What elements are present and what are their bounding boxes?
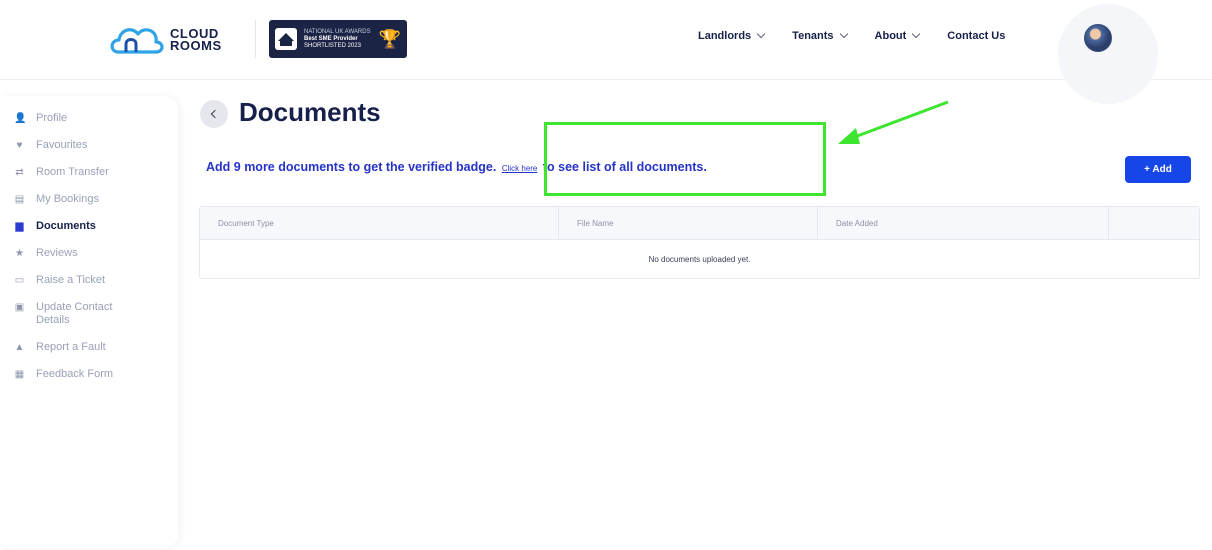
page-title: Documents — [239, 97, 381, 127]
nav-contact-us[interactable]: Contact Us — [947, 30, 1005, 42]
award-house-icon — [275, 28, 297, 50]
documents-list-link[interactable]: Click here — [502, 164, 538, 173]
nav-landlords[interactable]: Landlords — [698, 29, 766, 42]
sidebar-item-my-bookings[interactable]: ▤ My Bookings — [0, 193, 178, 206]
transfer-icon: ⇄ — [15, 167, 24, 178]
award-text: NATIONAL UK AWARDS Best SME Provider SHO… — [304, 29, 379, 50]
main-nav: Landlords Tenants About Contact Us — [698, 29, 1033, 42]
table-header: Document Type File Name Date Added — [200, 207, 1199, 240]
sidebar-item-label: Feedback Form — [36, 368, 114, 380]
column-header-date-added[interactable]: Date Added — [818, 207, 1109, 239]
profile-icon: 👤 — [14, 113, 27, 124]
warning-icon: ▲ — [14, 342, 25, 353]
feedback-icon: ▦ — [14, 369, 25, 380]
sidebar-item-label: Room Transfer — [36, 166, 109, 178]
chevron-down-icon — [756, 29, 766, 39]
back-button[interactable] — [200, 100, 228, 128]
ticket-icon: ▭ — [14, 275, 25, 286]
table-empty-message: No documents uploaded yet. — [648, 254, 751, 264]
chevron-left-icon — [210, 109, 220, 119]
heart-icon: ♥ — [16, 140, 23, 151]
logo-text-line2: ROOMS — [170, 38, 222, 53]
annotation-highlight-box — [544, 122, 826, 196]
star-icon: ★ — [15, 248, 24, 259]
chevron-down-icon — [912, 29, 921, 39]
sidebar-item-documents[interactable]: ▆ Documents — [0, 220, 178, 233]
nav-label: Landlords — [698, 30, 752, 42]
cloud-logo-icon — [110, 28, 164, 54]
sidebar-item-label: Raise a Ticket — [36, 274, 106, 286]
sidebar-item-label: Favourites — [36, 139, 88, 151]
nav-label: Tenants — [792, 30, 834, 42]
account-sidebar: 👤 Profile ♥ Favourites ⇄ Room Transfer ▤… — [0, 96, 178, 548]
annotation-arrow-icon — [838, 100, 949, 144]
sidebar-item-report-fault[interactable]: ▲ Report a Fault — [0, 341, 178, 354]
nav-about[interactable]: About — [874, 29, 921, 42]
sidebar-item-reviews[interactable]: ★ Reviews — [0, 247, 178, 260]
header-divider — [255, 20, 256, 58]
award-line2: Best SME Provider — [304, 35, 358, 42]
add-document-button[interactable]: + Add — [1125, 156, 1191, 183]
user-avatar[interactable] — [1084, 24, 1112, 52]
notice-prefix: Add 9 more documents to get the verified… — [206, 160, 497, 174]
cloud-rooms-logo[interactable]: CLOUD ROOMS — [108, 20, 222, 60]
document-icon: ▆ — [15, 221, 24, 232]
sidebar-item-profile[interactable]: 👤 Profile — [0, 112, 178, 125]
contact-card-icon: ▣ — [14, 302, 25, 313]
nav-tenants[interactable]: Tenants — [792, 29, 848, 42]
sidebar-item-label: Update Contact Details — [36, 301, 113, 326]
sidebar-item-feedback-form[interactable]: ▦ Feedback Form — [0, 368, 178, 381]
sidebar-item-raise-ticket[interactable]: ▭ Raise a Ticket — [0, 274, 178, 287]
sidebar-menu: 👤 Profile ♥ Favourites ⇄ Room Transfer ▤… — [0, 96, 178, 381]
sidebar-item-label: Documents — [36, 220, 96, 232]
sidebar-item-label: Profile — [36, 112, 68, 124]
trophy-icon: 🏆 — [378, 29, 401, 49]
column-header-actions — [1109, 207, 1199, 239]
chevron-down-icon — [839, 29, 848, 39]
sidebar-item-label: Report a Fault — [36, 341, 106, 353]
award-badge: NATIONAL UK AWARDS Best SME Provider SHO… — [269, 20, 407, 58]
sidebar-item-label: My Bookings — [36, 193, 99, 205]
award-line3: SHORTLISTED 2023 — [304, 42, 361, 49]
column-header-file-name[interactable]: File Name — [559, 207, 818, 239]
top-header: CLOUD ROOMS NATIONAL UK AWARDS Best SME … — [0, 0, 1212, 104]
documents-table: Document Type File Name Date Added No do… — [199, 206, 1200, 279]
avatar-halo — [1058, 4, 1158, 104]
sidebar-item-favourites[interactable]: ♥ Favourites — [0, 139, 178, 152]
sidebar-item-label: Reviews — [36, 247, 78, 259]
nav-label: Contact Us — [947, 30, 1006, 42]
nav-label: About — [874, 30, 907, 42]
award-line1: NATIONAL UK AWARDS — [304, 28, 371, 35]
logo-text: CLOUD ROOMS — [170, 27, 222, 53]
column-header-document-type[interactable]: Document Type — [200, 207, 559, 239]
bookings-icon: ▤ — [14, 194, 25, 205]
sidebar-item-room-transfer[interactable]: ⇄ Room Transfer — [0, 166, 178, 179]
sidebar-item-update-contact[interactable]: ▣ Update Contact Details — [0, 301, 178, 327]
